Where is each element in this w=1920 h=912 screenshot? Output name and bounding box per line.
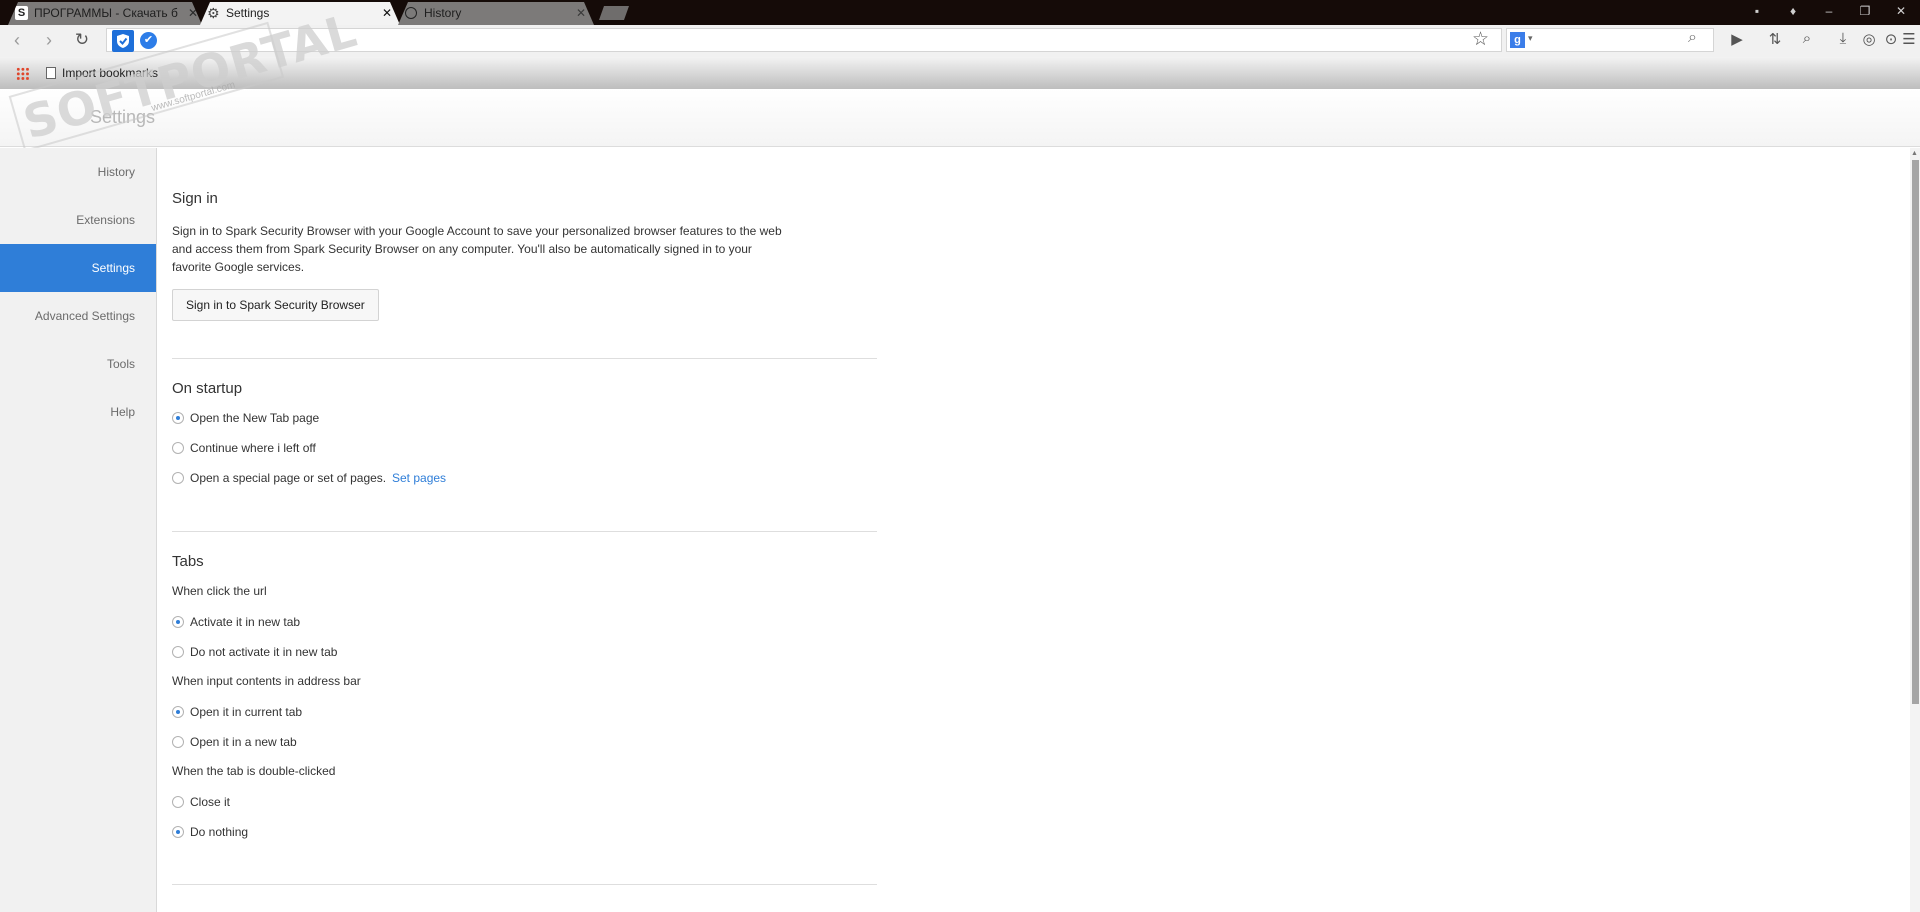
signin-description: Sign in to Spark Security Browser with y…: [172, 222, 792, 276]
screenshot-icon[interactable]: ⌕: [1796, 30, 1818, 47]
google-search-engine-icon[interactable]: g: [1510, 32, 1525, 48]
settings-content: Sign in Sign in to Spark Security Browse…: [172, 148, 1912, 912]
sidebar-item-extensions[interactable]: Extensions: [0, 196, 156, 244]
radio-label: Do not activate it in new tab: [190, 645, 338, 659]
menu-icon[interactable]: ☰: [1898, 30, 1920, 48]
sidebar-item-tools[interactable]: Tools: [0, 340, 156, 388]
sidebar-item-advanced-settings[interactable]: Advanced Settings: [0, 292, 156, 340]
section-divider: [172, 531, 877, 532]
click-url-label: When click the url: [172, 584, 267, 598]
double-click-option-do-nothing[interactable]: Do nothing: [172, 824, 372, 840]
sidebar-item-history[interactable]: History: [0, 148, 156, 196]
address-bar[interactable]: [106, 28, 1502, 52]
signin-desc-line: and access them from Spark Security Brow…: [172, 242, 752, 256]
page-header: Settings: [0, 89, 1920, 147]
radio-button[interactable]: [172, 646, 184, 658]
media-player-icon[interactable]: ▶: [1726, 30, 1748, 48]
radio-label: Open the New Tab page: [190, 411, 320, 425]
click-url-option-do-not-activate[interactable]: Do not activate it in new tab: [172, 644, 372, 660]
radio-button[interactable]: [172, 706, 184, 718]
chevron-down-icon[interactable]: ▾: [1528, 33, 1533, 44]
signin-desc-line: Sign in to Spark Security Browser with y…: [172, 224, 782, 238]
radio-label: Continue where i left off: [190, 441, 316, 455]
startup-title: On startup: [172, 380, 243, 397]
radio-button[interactable]: [172, 826, 184, 838]
gear-icon: ⚙: [207, 5, 220, 21]
click-url-option-activate[interactable]: Activate it in new tab: [172, 614, 372, 630]
close-tab-icon[interactable]: ✕: [576, 2, 586, 24]
close-tab-icon[interactable]: ✕: [382, 2, 392, 24]
signin-title: Sign in: [172, 190, 218, 207]
tab-settings[interactable]: ⚙ Settings ✕: [200, 2, 400, 25]
radio-label: Close it: [190, 795, 231, 809]
tab-title: ПРОГРАММЫ - Скачать б: [34, 6, 178, 20]
startup-option-new-tab[interactable]: Open the New Tab page: [172, 410, 372, 426]
signin-desc-line: favorite Google services.: [172, 260, 305, 274]
startup-option-special-pages[interactable]: Open a special page or set of pages.: [172, 470, 392, 486]
tab-softportal[interactable]: S ПРОГРАММЫ - Скачать б ✕: [8, 2, 202, 25]
sidebar-item-settings[interactable]: Settings: [0, 244, 156, 292]
settings-sidebar: History Extensions Settings Advanced Set…: [0, 148, 157, 912]
radio-button[interactable]: [172, 442, 184, 454]
restore-icon[interactable]: ❐: [1854, 2, 1876, 20]
radio-label: Open a special page or set of pages.: [190, 471, 387, 485]
radio-label: Open it in a new tab: [190, 735, 297, 749]
radio-label: Open it in current tab: [190, 705, 303, 719]
new-tab-button[interactable]: [599, 6, 629, 20]
minimize-icon[interactable]: –: [1818, 2, 1840, 20]
import-bookmarks-label: Import bookmarks: [62, 66, 159, 80]
close-tab-icon[interactable]: ✕: [188, 2, 198, 24]
scrollbar-thumb[interactable]: [1912, 160, 1919, 704]
close-window-icon[interactable]: ✕: [1890, 2, 1912, 20]
double-click-option-close[interactable]: Close it: [172, 794, 372, 810]
feedback-icon[interactable]: ▪: [1746, 2, 1768, 20]
page-title: Settings: [90, 107, 156, 127]
security-shield-icon[interactable]: [112, 30, 134, 52]
page-icon: [46, 67, 56, 79]
radio-label: Activate it in new tab: [190, 615, 301, 629]
radio-button[interactable]: [172, 472, 184, 484]
back-icon[interactable]: ‹: [6, 29, 28, 51]
address-bar-option-current-tab[interactable]: Open it in current tab: [172, 704, 372, 720]
forward-icon[interactable]: ›: [38, 29, 60, 51]
apps-icon[interactable]: [16, 67, 30, 81]
clock-icon: [405, 7, 417, 19]
radio-button[interactable]: [172, 616, 184, 628]
sidebar-item-help[interactable]: Help: [0, 388, 156, 436]
address-bar-label: When input contents in address bar: [172, 674, 361, 688]
section-divider: [172, 358, 877, 359]
radio-button[interactable]: [172, 796, 184, 808]
torrent-icon[interactable]: ⇅: [1764, 30, 1786, 48]
signin-button[interactable]: Sign in to Spark Security Browser: [172, 289, 379, 321]
startup-option-continue[interactable]: Continue where i left off: [172, 440, 372, 456]
reload-icon[interactable]: ↻: [71, 29, 93, 51]
tab-strip: S ПРОГРАММЫ - Скачать б ✕ ⚙ Settings ✕ H…: [0, 0, 1920, 25]
search-input[interactable]: [1506, 28, 1714, 52]
double-click-label: When the tab is double-clicked: [172, 764, 336, 778]
softportal-favicon: S: [15, 6, 28, 20]
set-pages-link[interactable]: Set pages: [392, 471, 446, 485]
tab-title: Settings: [226, 6, 270, 20]
skin-icon[interactable]: ♦: [1782, 2, 1804, 20]
section-divider: [172, 884, 877, 885]
import-bookmarks-link[interactable]: Import bookmarks: [46, 64, 158, 82]
privacy-icon[interactable]: ◎: [1858, 30, 1880, 48]
radio-button[interactable]: [172, 736, 184, 748]
radio-button[interactable]: [172, 412, 184, 424]
download-icon[interactable]: ⤓: [1832, 30, 1854, 47]
verified-icon[interactable]: ✔: [140, 32, 157, 49]
tab-title: History: [424, 6, 462, 20]
radio-label: Do nothing: [190, 825, 249, 839]
tabs-title: Tabs: [172, 553, 204, 570]
address-bar-option-new-tab[interactable]: Open it in a new tab: [172, 734, 372, 750]
scroll-up-icon[interactable]: ▲: [1911, 150, 1918, 157]
tab-history[interactable]: History ✕: [398, 2, 594, 25]
bookmarks-bar: Import bookmarks: [0, 57, 1920, 89]
search-icon[interactable]: ⌕: [1688, 29, 1697, 47]
bookmark-star-icon[interactable]: ☆: [1472, 28, 1489, 51]
